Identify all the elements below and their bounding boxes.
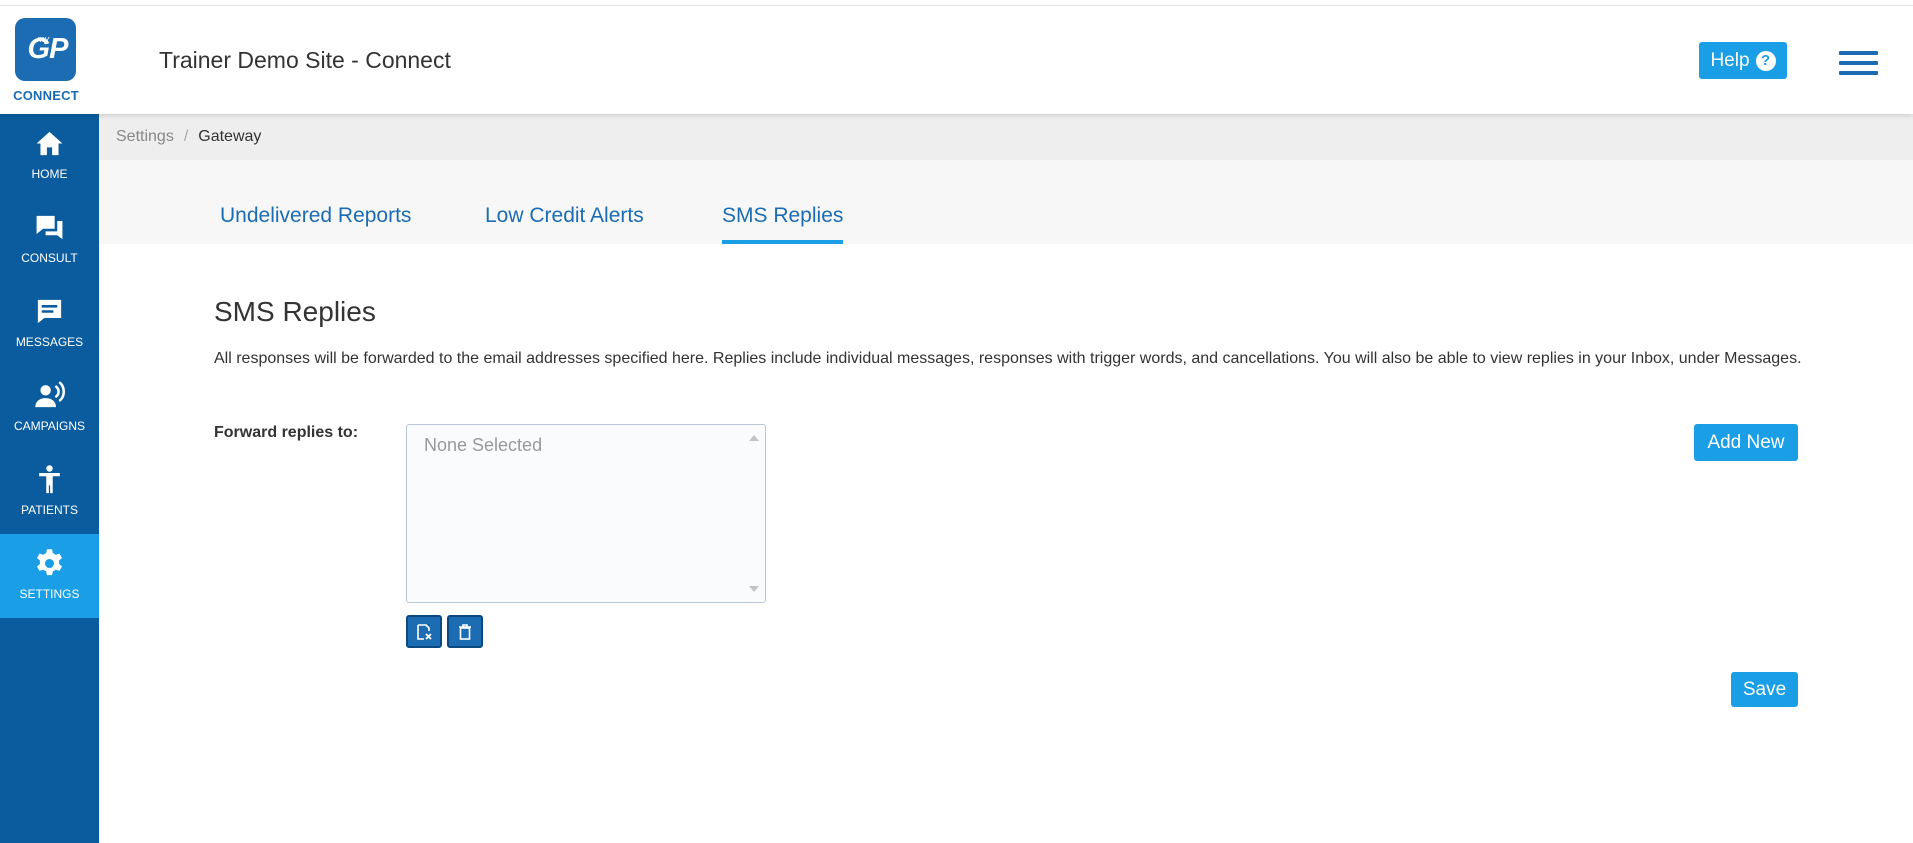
chat-icon xyxy=(36,215,63,240)
person-icon xyxy=(39,465,60,494)
breadcrumb: Settings / Gateway xyxy=(99,114,1913,160)
breadcrumb-current: Gateway xyxy=(198,128,262,145)
sidebar-item-campaigns[interactable]: CAMPAIGNS xyxy=(0,366,99,450)
sidebar-item-label: HOME xyxy=(31,167,68,181)
home-icon xyxy=(36,131,63,156)
gear-icon xyxy=(36,549,63,576)
breadcrumb-settings-link[interactable]: Settings xyxy=(116,128,174,146)
campaign-icon xyxy=(35,381,65,408)
sidebar-item-label: SETTINGS xyxy=(19,587,80,601)
sidebar-item-patients[interactable]: PATIENTS xyxy=(0,450,99,534)
trash-icon xyxy=(459,623,471,640)
sidebar-item-label: CONSULT xyxy=(21,251,78,265)
sidebar-item-settings[interactable]: SETTINGS xyxy=(0,534,99,618)
logo-my-text: my xyxy=(37,34,49,44)
listbox-placeholder: None Selected xyxy=(424,435,543,455)
sidebar-item-messages[interactable]: MESSAGES xyxy=(0,282,99,366)
help-button[interactable]: Help ? xyxy=(1699,42,1787,79)
sidebar-item-home[interactable]: HOME xyxy=(0,114,99,198)
forward-replies-label: Forward replies to: xyxy=(214,424,359,441)
sidebar-item-label: MESSAGES xyxy=(15,335,84,349)
sidebar-item-label: PATIENTS xyxy=(21,503,78,517)
hamburger-menu-icon[interactable] xyxy=(1839,51,1878,76)
logo-caption: CONNECT xyxy=(13,88,79,103)
page-title: SMS Replies xyxy=(214,296,376,327)
scroll-down-arrow-icon[interactable] xyxy=(749,586,759,592)
help-label: Help xyxy=(1710,49,1750,71)
scroll-up-arrow-icon[interactable] xyxy=(749,435,759,441)
sidebar-item-consult[interactable]: CONSULT xyxy=(0,198,99,282)
breadcrumb-separator: / xyxy=(183,128,189,145)
page-description: All responses will be forwarded to the e… xyxy=(214,350,1802,367)
sidebar-item-label: CAMPAIGNS xyxy=(13,419,86,433)
app-header: my GP CONNECT Trainer Demo Site - Connec… xyxy=(0,6,1913,114)
save-button[interactable]: Save xyxy=(1731,672,1798,707)
forward-email-listbox[interactable]: None Selected xyxy=(406,424,766,603)
clear-selection-icon xyxy=(417,623,432,640)
question-icon: ? xyxy=(1755,50,1776,71)
site-title: Trainer Demo Site - Connect xyxy=(159,47,451,73)
tab-bar: Undelivered Reports Low Credit Alerts SM… xyxy=(99,160,1913,244)
delete-button[interactable] xyxy=(447,615,483,648)
sidebar: HOME CONSULT MESSAGES CAMPAIGNS PATIENTS… xyxy=(0,114,99,843)
mygp-logo[interactable]: my GP xyxy=(15,18,76,81)
tab-low-credit-alerts[interactable]: Low Credit Alerts xyxy=(485,204,644,244)
tab-undelivered-reports[interactable]: Undelivered Reports xyxy=(220,204,411,244)
message-icon xyxy=(37,299,62,324)
tab-sms-replies[interactable]: SMS Replies xyxy=(722,204,844,244)
add-new-button[interactable]: Add New xyxy=(1694,424,1798,461)
clear-selection-button[interactable] xyxy=(406,615,442,648)
